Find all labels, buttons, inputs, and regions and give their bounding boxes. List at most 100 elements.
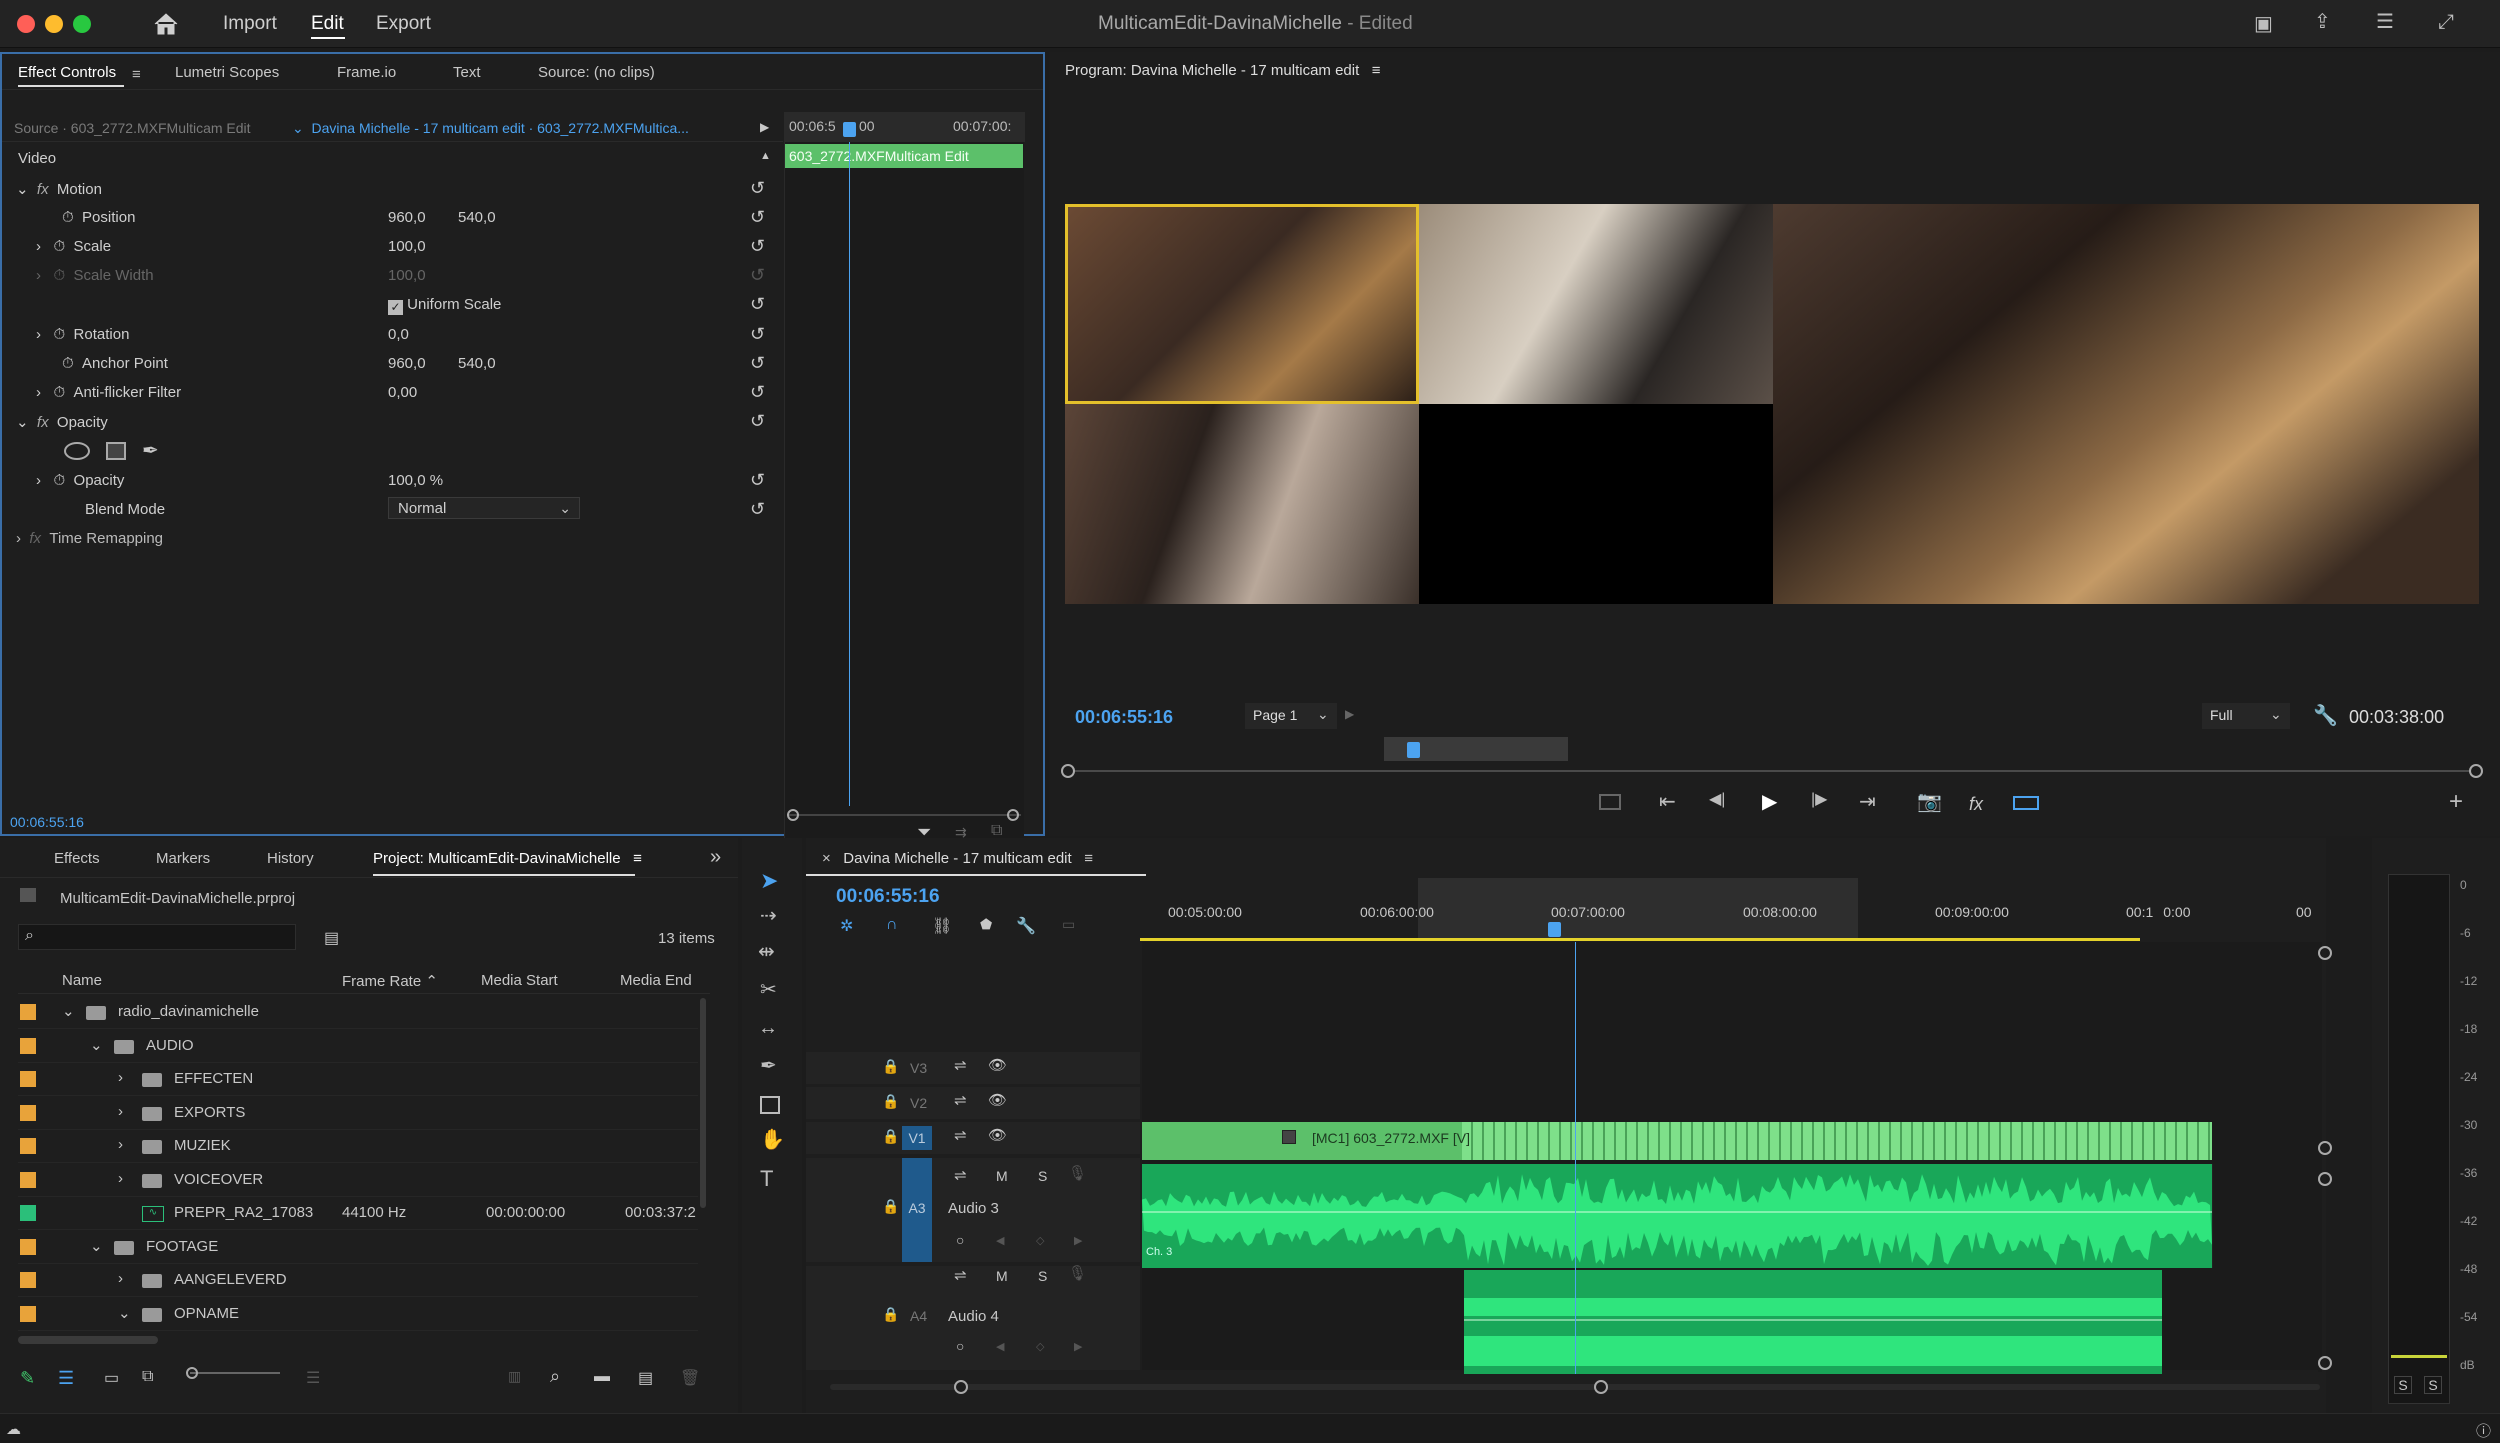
col-media-end[interactable]: Media End bbox=[620, 972, 692, 989]
vscroll-handle-bottom[interactable] bbox=[2318, 1356, 2332, 1370]
col-frame-rate[interactable]: Frame Rate ⌃ bbox=[342, 972, 438, 990]
menu-export[interactable]: Export bbox=[376, 13, 431, 35]
prev-keyframe-icon[interactable]: ◀ bbox=[996, 1234, 1004, 1247]
ellipse-mask-icon[interactable] bbox=[64, 442, 90, 460]
scrubber-start-handle[interactable] bbox=[1061, 764, 1075, 778]
project-row[interactable]: › VOICEOVER bbox=[18, 1164, 698, 1197]
audio-clip-a4[interactable] bbox=[1464, 1270, 2162, 1374]
chevron-down-icon[interactable]: ⌄ bbox=[90, 1036, 103, 1054]
mute-button[interactable]: M bbox=[996, 1168, 1008, 1184]
reset-opacity-icon[interactable]: ↺ bbox=[750, 470, 765, 491]
tab-project[interactable]: Project: MulticamEdit-DavinaMichelle ≡ bbox=[373, 850, 642, 867]
go-to-in-icon[interactable]: ⇤ bbox=[1659, 792, 1676, 812]
anchor-y-value[interactable]: 540,0 bbox=[458, 355, 496, 372]
anchor-x-value[interactable]: 960,0 bbox=[388, 355, 426, 372]
zoom-slider[interactable] bbox=[190, 1372, 280, 1374]
project-row[interactable]: › EXPORTS bbox=[18, 1097, 698, 1130]
ec-zoom-handle-right[interactable] bbox=[1007, 809, 1019, 821]
sync-lock-icon[interactable]: ⇌ bbox=[954, 1266, 967, 1284]
project-row[interactable]: › AANGELEVERD bbox=[18, 1264, 698, 1297]
linked-selection-icon[interactable]: ⛓ bbox=[932, 916, 952, 936]
camera-angle-4[interactable] bbox=[1419, 404, 1773, 604]
reset-opacity-effect-icon[interactable]: ↺ bbox=[750, 411, 765, 432]
keyframe-icon[interactable]: ○ bbox=[956, 1232, 964, 1248]
chevron-down-icon[interactable]: ⌄ bbox=[90, 1237, 103, 1255]
microphone-icon[interactable]: 🎙 bbox=[1068, 1264, 1087, 1282]
hand-tool-icon[interactable]: ✋ bbox=[760, 1130, 785, 1150]
tab-effects[interactable]: Effects bbox=[54, 850, 100, 867]
timeline-ruler[interactable]: 00:05:00:00 00:06:00:00 00:07:00:00 00:0… bbox=[1140, 878, 2320, 941]
tab-lumetri-scopes[interactable]: Lumetri Scopes bbox=[175, 64, 279, 81]
label-color-swatch[interactable] bbox=[20, 1004, 36, 1020]
slip-tool-icon[interactable]: ↔ bbox=[758, 1018, 778, 1038]
menu-import[interactable]: Import bbox=[223, 13, 277, 35]
list-view-icon[interactable]: ☰ bbox=[58, 1368, 74, 1389]
track-label-v3[interactable]: V3 bbox=[910, 1060, 927, 1076]
zoom-window-button[interactable] bbox=[73, 15, 91, 33]
project-search-input[interactable]: ⌕ bbox=[18, 924, 296, 950]
program-playhead-handle[interactable] bbox=[1407, 742, 1420, 758]
hscroll-left-handle[interactable] bbox=[954, 1380, 968, 1394]
project-row[interactable]: ∿ PREPR_RA2_17083 44100 Hz 00:00:00:00 00:03… bbox=[18, 1197, 698, 1230]
track-label-a3[interactable]: A3 bbox=[902, 1158, 932, 1262]
camera-angle-3[interactable] bbox=[1065, 404, 1419, 604]
freeform-view-icon[interactable]: ⧉ bbox=[142, 1368, 153, 1386]
pen-mask-icon[interactable]: ✒ bbox=[142, 438, 159, 463]
blend-mode-select[interactable]: Normal ⌄ bbox=[388, 497, 580, 519]
eye-icon[interactable]: 👁 bbox=[988, 1091, 1007, 1109]
eye-icon[interactable]: 👁 bbox=[988, 1126, 1007, 1144]
track-select-tool-icon[interactable]: ⇢ bbox=[760, 906, 777, 926]
opacity-row[interactable]: › ⏱ Opacity bbox=[36, 472, 124, 489]
solo-left-button[interactable]: S bbox=[2394, 1376, 2412, 1394]
sync-lock-icon[interactable]: ⇌ bbox=[954, 1126, 967, 1144]
captions-icon[interactable]: ▭ bbox=[1062, 916, 1075, 933]
add-button-icon[interactable]: + bbox=[2449, 790, 2463, 814]
lock-icon[interactable]: 🔒 bbox=[882, 1128, 899, 1145]
project-row[interactable]: › EFFECTEN bbox=[18, 1063, 698, 1096]
razor-tool-icon[interactable]: ✂ bbox=[760, 980, 777, 1000]
add-keyframe-icon[interactable]: ◇ bbox=[1036, 1340, 1044, 1353]
opacity-effect-row[interactable]: ⌄ fx Opacity bbox=[16, 413, 108, 431]
reset-blend-icon[interactable]: ↺ bbox=[750, 499, 765, 520]
prev-keyframe-icon[interactable]: ◀ bbox=[996, 1340, 1004, 1353]
reset-rotation-icon[interactable]: ↺ bbox=[750, 324, 765, 345]
next-keyframe-icon[interactable]: ▶ bbox=[1074, 1234, 1082, 1247]
mute-button[interactable]: M bbox=[996, 1268, 1008, 1284]
track-area[interactable]: [MC1] 603_2772.MXF [V] Ch. 3 bbox=[1142, 942, 2322, 1374]
rotation-value[interactable]: 0,0 bbox=[388, 326, 409, 343]
reset-uniform-icon[interactable]: ↺ bbox=[750, 294, 765, 315]
camera-angle-2[interactable] bbox=[1419, 204, 1773, 404]
label-color-swatch[interactable] bbox=[20, 1305, 36, 1322]
play-icon[interactable]: ▶ bbox=[1762, 792, 1777, 812]
solo-button[interactable]: S bbox=[1038, 1268, 1047, 1284]
eye-icon[interactable]: 👁 bbox=[988, 1056, 1007, 1074]
label-color-swatch[interactable] bbox=[20, 1071, 36, 1087]
chevron-right-icon[interactable]: › bbox=[118, 1170, 123, 1187]
tab-source[interactable]: Source: (no clips) bbox=[538, 64, 655, 81]
program-timecode[interactable]: 00:06:55:16 bbox=[1075, 707, 1173, 728]
icon-view-icon[interactable]: ▭ bbox=[104, 1368, 119, 1388]
step-back-icon[interactable]: ◀| bbox=[1709, 792, 1725, 808]
program-scrubber[interactable] bbox=[1065, 770, 2479, 772]
fx-toggle-icon[interactable]: fx bbox=[1969, 794, 1983, 815]
ec-zoom-scrollbar[interactable] bbox=[789, 814, 1021, 816]
clear-icon[interactable]: 🗑 bbox=[680, 1368, 700, 1388]
reset-anchor-icon[interactable]: ↺ bbox=[750, 353, 765, 374]
project-row[interactable]: ⌄ FOOTAGE bbox=[18, 1231, 698, 1264]
tab-text[interactable]: Text bbox=[453, 64, 481, 81]
label-color-swatch[interactable] bbox=[20, 1171, 36, 1188]
col-name[interactable]: Name bbox=[62, 972, 102, 989]
scroll-up-icon[interactable]: ▲ bbox=[760, 150, 771, 162]
track-label-v2[interactable]: V2 bbox=[910, 1095, 927, 1111]
col-media-start[interactable]: Media Start bbox=[481, 972, 558, 989]
audio-clip-a3[interactable]: Ch. 3 bbox=[1142, 1164, 2212, 1268]
lock-icon[interactable]: 🔒 bbox=[882, 1198, 899, 1215]
creative-cloud-icon[interactable]: ☁ bbox=[6, 1420, 21, 1438]
motion-row[interactable]: ⌄ fx Motion bbox=[16, 180, 102, 198]
tab-history[interactable]: History bbox=[267, 850, 314, 867]
reset-antiflicker-icon[interactable]: ↺ bbox=[750, 382, 765, 403]
safe-margins-icon[interactable] bbox=[1599, 794, 1621, 810]
timeline-settings-icon[interactable]: 🔧 bbox=[1016, 916, 1036, 936]
close-window-button[interactable] bbox=[17, 15, 35, 33]
reset-position-icon[interactable]: ↺ bbox=[750, 207, 765, 228]
